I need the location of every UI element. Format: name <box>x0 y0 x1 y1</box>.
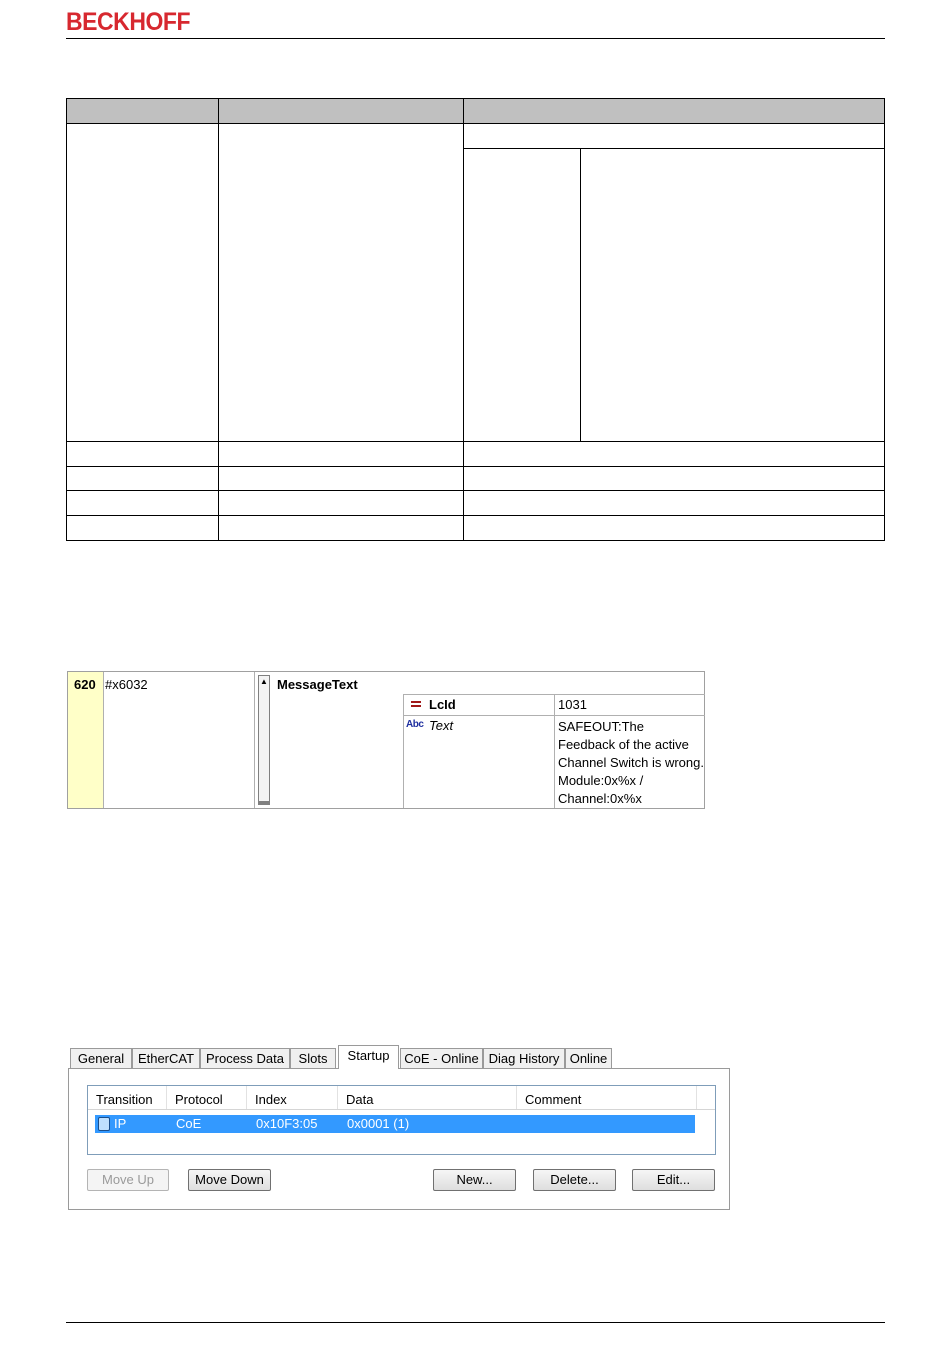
edit-button[interactable]: Edit... <box>632 1169 715 1191</box>
table-row[interactable]: IP CoE 0x10F3:05 0x0001 (1) <box>95 1115 695 1133</box>
tab-coe-online[interactable]: CoE - Online <box>400 1048 483 1068</box>
column-divider <box>254 672 255 808</box>
column-header-data[interactable]: Data <box>338 1086 517 1109</box>
scroll-up-arrow-icon[interactable]: ▲ <box>260 677 268 687</box>
beckhoff-logo: BECKHOFF <box>66 8 191 36</box>
tab-ethercat[interactable]: EtherCAT <box>132 1048 200 1068</box>
table-subcol-divider <box>580 148 581 441</box>
string-field-icon: Abc <box>406 719 424 730</box>
cell-protocol: CoE <box>176 1116 202 1131</box>
tab-slots[interactable]: Slots <box>290 1048 336 1068</box>
integer-field-icon <box>411 701 421 709</box>
column-header-transition[interactable]: Transition <box>88 1086 167 1109</box>
entry-title: MessageText <box>277 677 358 692</box>
table-row-divider <box>67 515 884 516</box>
table-col-divider <box>218 99 219 540</box>
entry-index: #x6032 <box>105 677 148 692</box>
table-row-divider <box>67 490 884 491</box>
new-button[interactable]: New... <box>433 1169 516 1191</box>
startup-list-header: Transition Protocol Index Data Comment <box>88 1086 715 1110</box>
column-header-index[interactable]: Index <box>247 1086 338 1109</box>
transition-icon <box>98 1117 110 1131</box>
entry-number: 620 <box>74 677 96 692</box>
entry-number-cell: 620 <box>68 672 104 808</box>
tab-online[interactable]: Online <box>565 1048 612 1068</box>
field-name-text: Text <box>429 718 454 733</box>
cell-index: 0x10F3:05 <box>256 1116 318 1131</box>
cell-data: 0x0001 (1) <box>347 1116 410 1131</box>
delete-button[interactable]: Delete... <box>533 1169 616 1191</box>
startup-list[interactable]: Transition Protocol Index Data Comment I… <box>87 1085 716 1155</box>
tab-startup[interactable]: Startup <box>338 1045 399 1069</box>
documentation-table <box>66 98 885 541</box>
table-row-divider <box>67 466 884 467</box>
tab-process-data[interactable]: Process Data <box>200 1048 290 1068</box>
field-column-divider <box>554 695 555 808</box>
field-value-lcid[interactable]: 1031 <box>558 697 587 712</box>
message-text-entry: 620 #x6032 ▲ MessageText LcId 1031 Abc T… <box>67 671 705 809</box>
tab-general[interactable]: General <box>70 1048 132 1068</box>
entry-scrollbar[interactable]: ▲ <box>258 675 270 805</box>
table-header-row <box>67 99 884 124</box>
table-col-divider <box>463 99 464 540</box>
table-row-divider <box>463 148 884 149</box>
scrollbar-bottom <box>259 801 269 804</box>
entry-fields-grid: LcId 1031 Abc Text SAFEOUT:The Feedback … <box>403 694 705 808</box>
column-header-protocol[interactable]: Protocol <box>167 1086 247 1109</box>
header-rule <box>66 38 885 39</box>
table-row-divider <box>67 441 884 442</box>
tab-diag-history[interactable]: Diag History <box>483 1048 565 1068</box>
footer-rule <box>66 1322 885 1323</box>
move-down-button[interactable]: Move Down <box>188 1169 271 1191</box>
cell-transition: IP <box>114 1116 127 1131</box>
column-header-comment[interactable]: Comment <box>517 1086 697 1109</box>
field-name-lcid: LcId <box>429 697 456 712</box>
move-up-button[interactable]: Move Up <box>87 1169 169 1191</box>
field-value-text[interactable]: SAFEOUT:The Feedback of the active Chann… <box>558 718 704 808</box>
